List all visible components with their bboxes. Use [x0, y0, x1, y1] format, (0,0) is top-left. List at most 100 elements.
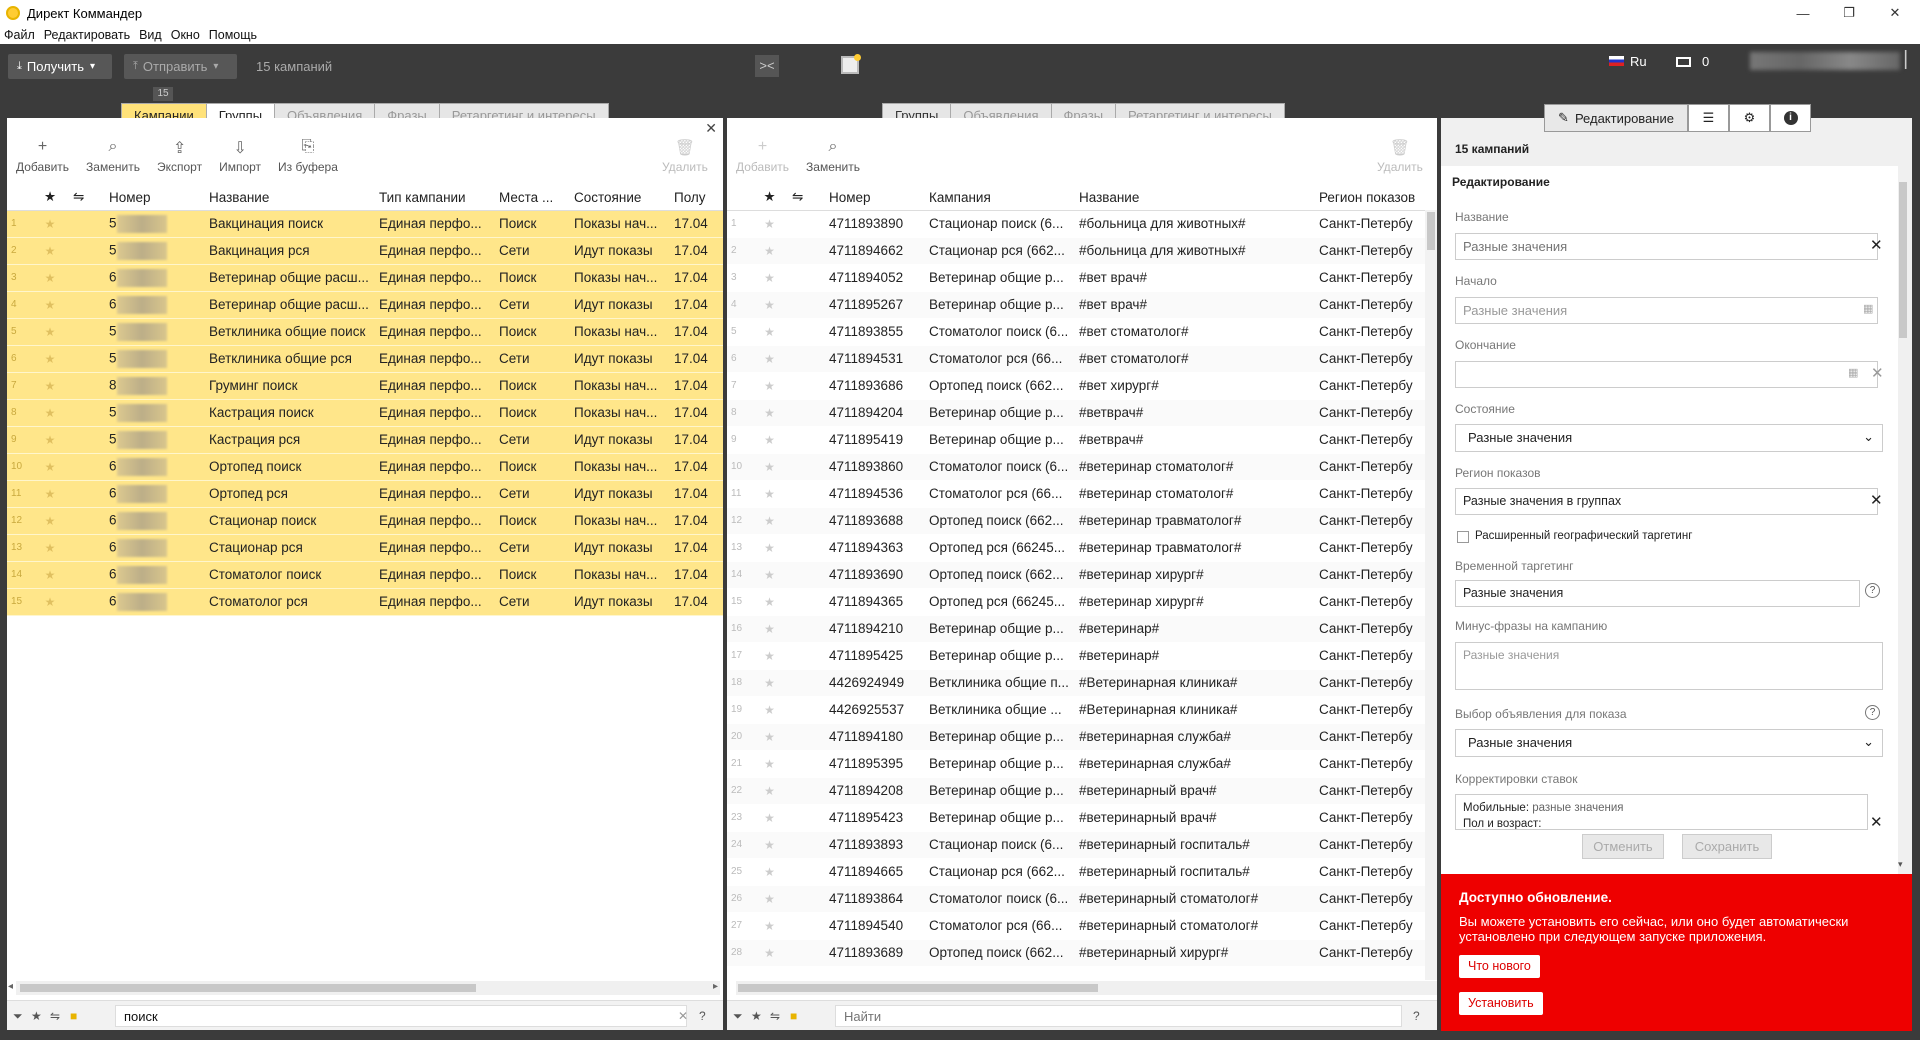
collapse-panels-icon[interactable]: >< [755, 55, 779, 77]
star-icon[interactable]: ★ [747, 399, 792, 427]
table-row[interactable]: 7 ★ 4711893686 Ортопед поиск (662... #ве… [727, 372, 1425, 400]
menu-view[interactable]: Вид [139, 28, 162, 42]
star-icon[interactable]: ★ [27, 291, 73, 319]
tab-info[interactable]: i [1770, 104, 1811, 132]
help-icon[interactable]: ? [699, 1009, 706, 1023]
star-icon[interactable]: ★ [747, 777, 792, 805]
star-icon[interactable]: ★ [27, 507, 73, 535]
folder-filter-icon[interactable]: ■ [70, 1009, 77, 1023]
star-icon[interactable]: ★ [27, 237, 73, 265]
star-icon[interactable]: ★ [747, 426, 792, 454]
table-row[interactable]: 21 ★ 4711895395 Ветеринар общие р... #ве… [727, 750, 1425, 778]
favorite-header-icon[interactable]: ★ [747, 185, 792, 211]
star-icon[interactable]: ★ [747, 939, 792, 967]
table-row[interactable]: 3 ★ 4711894052 Ветеринар общие р... #вет… [727, 264, 1425, 292]
save-button[interactable]: Сохранить [1682, 834, 1772, 859]
favorite-header-icon[interactable]: ★ [27, 185, 73, 211]
table-row[interactable]: 28 ★ 4711893689 Ортопед поиск (662... #в… [727, 939, 1425, 967]
table-row[interactable]: 1 ★ 5 Вакцинация поиск Единая перфо... П… [7, 210, 723, 238]
col-number[interactable]: Номер [109, 185, 209, 211]
search-input[interactable]: поиск [115, 1005, 687, 1027]
whats-new-button[interactable]: Что нового [1459, 955, 1540, 978]
table-row[interactable]: 3 ★ 6 Ветеринар общие расш... Единая пер… [7, 264, 723, 292]
time-targeting-field[interactable]: Разные значения [1455, 580, 1860, 607]
table-row[interactable]: 6 ★ 4711894531 Стоматолог рся (66... #ве… [727, 345, 1425, 373]
close-icon[interactable]: ✕ [705, 120, 717, 137]
account-avatar[interactable] [1750, 52, 1900, 70]
table-row[interactable]: 2 ★ 4711894662 Стационар рся (662... #бо… [727, 237, 1425, 265]
table-row[interactable]: 9 ★ 4711895419 Ветеринар общие р... #вет… [727, 426, 1425, 454]
table-row[interactable]: 10 ★ 4711893860 Стоматолог поиск (6... #… [727, 453, 1425, 481]
col-state[interactable]: Состояние [574, 185, 674, 211]
region-field[interactable]: Разные значения в группах [1455, 488, 1878, 515]
tab-settings[interactable]: ⚙ [1729, 104, 1770, 132]
notes-icon[interactable] [841, 54, 861, 74]
star-icon[interactable]: ★ [27, 453, 73, 481]
star-icon[interactable]: ★ [27, 399, 73, 427]
table-row[interactable]: 27 ★ 4711894540 Стоматолог рся (66... #в… [727, 912, 1425, 940]
end-date-field[interactable] [1455, 361, 1878, 388]
table-row[interactable]: 15 ★ 6 Стоматолог рся Единая перфо... Се… [7, 588, 723, 616]
star-icon[interactable]: ★ [747, 345, 792, 373]
table-row[interactable]: 7 ★ 8 Груминг поиск Единая перфо... Поис… [7, 372, 723, 400]
calendar-icon[interactable]: ▦ [1848, 366, 1858, 379]
table-row[interactable]: 1 ★ 4711893890 Стационар поиск (6... #бо… [727, 210, 1425, 238]
table-row[interactable]: 13 ★ 4711894363 Ортопед рся (66245... #в… [727, 534, 1425, 562]
star-icon[interactable]: ★ [747, 831, 792, 859]
col-type[interactable]: Тип кампании [379, 185, 499, 211]
table-row[interactable]: 22 ★ 4711894208 Ветеринар общие р... #ве… [727, 777, 1425, 805]
start-date-field[interactable]: Разные значения [1455, 297, 1878, 324]
star-icon[interactable]: ★ [747, 264, 792, 292]
star-icon[interactable]: ★ [27, 210, 73, 238]
clear-region-icon[interactable]: ✕ [1870, 491, 1883, 509]
star-filter-icon[interactable]: ★ [751, 1009, 762, 1023]
get-button[interactable]: ⤓ Получить ▾ [8, 54, 112, 79]
table-row[interactable]: 23 ★ 4711895423 Ветеринар общие р... #ве… [727, 804, 1425, 832]
star-icon[interactable]: ★ [27, 561, 73, 589]
table-row[interactable]: 17 ★ 4711895425 Ветеринар общие р... #ве… [727, 642, 1425, 670]
table-row[interactable]: 20 ★ 4711894180 Ветеринар общие р... #ве… [727, 723, 1425, 751]
install-button[interactable]: Установить [1459, 992, 1543, 1015]
name-field[interactable] [1455, 233, 1878, 260]
menu-help[interactable]: Помощь [209, 28, 257, 42]
star-icon[interactable]: ★ [27, 264, 73, 292]
close-button[interactable]: ✕ [1872, 0, 1918, 26]
notification-count[interactable]: 0 [1702, 54, 1709, 69]
table-row[interactable]: 11 ★ 6 Ортопед рся Единая перфо... Сети … [7, 480, 723, 508]
cancel-button[interactable]: Отменить [1582, 834, 1664, 859]
star-filter-icon[interactable]: ★ [31, 1009, 42, 1023]
table-row[interactable]: 25 ★ 4711894665 Стационар рся (662... #в… [727, 858, 1425, 886]
language-label[interactable]: Ru [1630, 54, 1647, 69]
table-row[interactable]: 8 ★ 5 Кастрация поиск Единая перфо... По… [7, 399, 723, 427]
clear-name-icon[interactable]: ✕ [1870, 236, 1883, 254]
star-icon[interactable]: ★ [27, 426, 73, 454]
filter-icon[interactable]: ⏷ [13, 1009, 23, 1024]
help-icon[interactable]: ? [1865, 583, 1880, 598]
star-icon[interactable]: ★ [747, 669, 792, 697]
minus-phrases-field[interactable]: Разные значения [1455, 642, 1883, 690]
tab-editing[interactable]: ✎ Редактирование [1544, 104, 1688, 132]
clear-icon[interactable]: ✕ [678, 1009, 688, 1023]
table-row[interactable]: 14 ★ 4711893690 Ортопед поиск (662... #в… [727, 561, 1425, 589]
table-row[interactable]: 11 ★ 4711894536 Стоматолог рся (66... #в… [727, 480, 1425, 508]
star-icon[interactable]: ★ [27, 480, 73, 508]
star-icon[interactable]: ★ [747, 480, 792, 508]
star-icon[interactable]: ★ [27, 372, 73, 400]
menu-window[interactable]: Окно [171, 28, 200, 42]
col-region[interactable]: Регион показов [1319, 185, 1425, 211]
star-icon[interactable]: ★ [747, 912, 792, 940]
col-number[interactable]: Номер [829, 185, 929, 211]
col-places[interactable]: Места ... [499, 185, 574, 211]
star-icon[interactable]: ★ [747, 318, 792, 346]
horizontal-scrollbar[interactable]: ▸ ◂ [8, 981, 720, 995]
table-row[interactable]: 5 ★ 5 Ветклиника общие поиск Единая перф… [7, 318, 723, 346]
star-icon[interactable]: ★ [27, 345, 73, 373]
star-icon[interactable]: ★ [747, 615, 792, 643]
star-icon[interactable]: ★ [27, 588, 73, 616]
star-icon[interactable]: ★ [747, 561, 792, 589]
table-row[interactable]: 12 ★ 6 Стационар поиск Единая перфо... П… [7, 507, 723, 535]
help-icon[interactable]: ? [1413, 1009, 1420, 1023]
table-row[interactable]: 10 ★ 6 Ортопед поиск Единая перфо... Пои… [7, 453, 723, 481]
star-icon[interactable]: ★ [747, 237, 792, 265]
star-icon[interactable]: ★ [747, 534, 792, 562]
